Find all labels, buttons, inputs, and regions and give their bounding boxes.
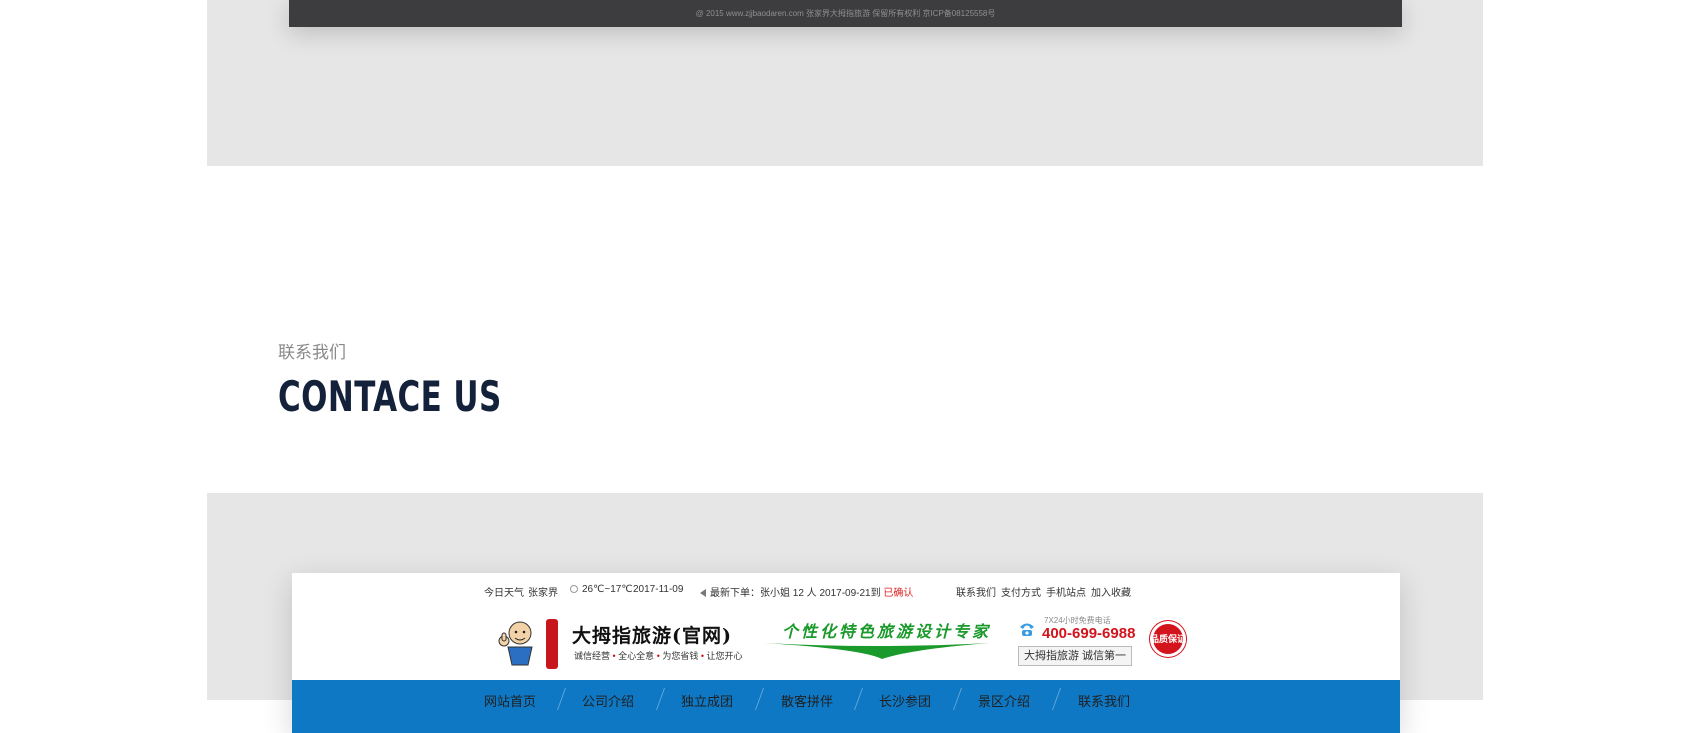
footer-copyright: @ 2015 www.zjjbaodaren.com 张家界大拇指旅游 保留所有… (695, 9, 996, 18)
phone-icon (1020, 623, 1034, 636)
main-nav: 网站首页 公司介绍 独立成团 散客拼伴 长沙参团 景区介绍 联系我们 (292, 680, 1400, 733)
brand-name: 大拇指旅游(官网) (572, 625, 732, 647)
topbar-link-payment[interactable]: 支付方式 (1001, 584, 1041, 599)
integrity-box: 大拇指旅游 诚信第一 (1018, 646, 1132, 666)
calligraphy-scroll (546, 619, 558, 669)
nav-item-contact[interactable]: 联系我们 (1078, 691, 1130, 710)
brand-tagline: 诚信经营 • 全心全意 • 为您省钱 • 让您开心 (574, 651, 743, 661)
nav-item-about[interactable]: 公司介绍 (582, 691, 634, 710)
nav-item-home[interactable]: 网站首页 (484, 691, 536, 710)
nav-item-shared-group[interactable]: 散客拼伴 (781, 691, 833, 710)
order-status: 已确认 (883, 588, 914, 599)
nav-item-private-group[interactable]: 独立成团 (681, 691, 733, 710)
nav-separator (952, 688, 963, 710)
weather-date: 2017-11-09 (633, 584, 684, 595)
section-subtitle: 联系我们 (278, 343, 346, 362)
top-gray-panel: @ 2015 www.zjjbaodaren.com 张家界大拇指旅游 保留所有… (207, 0, 1483, 166)
nav-item-scenic[interactable]: 景区介绍 (978, 691, 1030, 710)
weather-temp: 26℃~17℃ (570, 584, 633, 595)
weather-city: 张家界 (528, 588, 558, 599)
nav-separator (754, 688, 765, 710)
topbar-link-mobile[interactable]: 手机站点 (1046, 584, 1086, 599)
weather-label: 今日天气 (484, 588, 524, 599)
slogan-swoosh (764, 643, 990, 659)
topbar-link-favorite[interactable]: 加入收藏 (1091, 584, 1131, 599)
site-footer-preview: @ 2015 www.zjjbaodaren.com 张家界大拇指旅游 保留所有… (289, 0, 1402, 27)
nav-separator (556, 688, 567, 710)
quality-seal: 品质保证 (1150, 621, 1186, 657)
bottom-gray-panel: 今日天气 张家界 26℃~17℃ 2017-11-09 最新下单：张小姐 12 … (207, 493, 1483, 733)
hotline-number[interactable]: 400-699-6988 (1042, 625, 1135, 642)
website-preview: 今日天气 张家界 26℃~17℃ 2017-11-09 最新下单：张小姐 12 … (292, 573, 1400, 733)
contact-section-header: 联系我们 CONTACE US (278, 342, 551, 419)
nav-separator (1051, 688, 1062, 710)
section-title: CONTACE US (278, 372, 502, 421)
brand-logo[interactable]: 大拇指旅游(官网) 诚信经营 • 全心全意 • 为您省钱 • 让您开心 (498, 615, 743, 671)
latest-order: 最新下单：张小姐 12 人 2017-09-21到 已确认 (700, 584, 913, 599)
preview-topbar: 今日天气 张家界 26℃~17℃ 2017-11-09 最新下单：张小姐 12 … (292, 573, 1400, 607)
mascot-icon (498, 621, 533, 666)
nav-separator (655, 688, 666, 710)
speaker-icon (700, 589, 706, 597)
nav-item-changsha[interactable]: 长沙参团 (879, 691, 931, 710)
topbar-link-contact[interactable]: 联系我们 (956, 584, 996, 599)
nav-separator (853, 688, 864, 710)
sun-icon (570, 585, 578, 593)
